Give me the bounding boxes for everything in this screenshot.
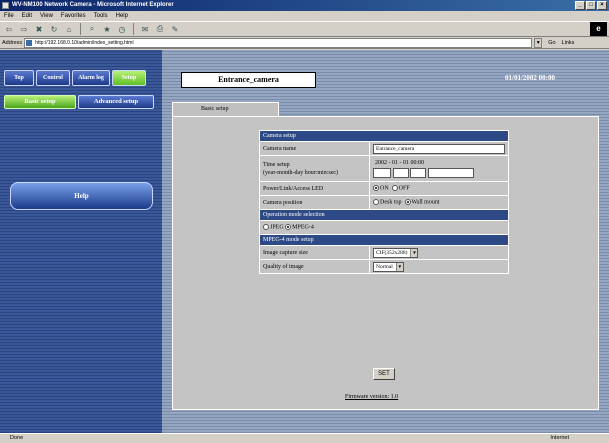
menu-bar: File Edit View Favorites Tools Help (0, 11, 609, 21)
jpeg-label: JPEG (270, 224, 284, 231)
links-button[interactable]: Links (562, 40, 575, 46)
menu-tools[interactable]: Tools (94, 11, 108, 21)
time-setup-format: (year-month-day hour:min:sec) (263, 169, 339, 176)
subtab-basic-setup[interactable]: Basic setup (4, 95, 76, 109)
refresh-icon[interactable]: ↻ (48, 23, 60, 35)
history-icon[interactable]: ◷ (116, 23, 128, 35)
set-button[interactable]: SET (373, 368, 395, 380)
current-datetime: 01/01/2002 00:00 (505, 74, 555, 82)
forward-icon[interactable]: ⇨ (18, 23, 30, 35)
browser-toolbar: ⇦ ⇨ ✖ ↻ ⌂ ⌕ ★ ◷ ✉ ⎙ ✎ (0, 21, 609, 37)
tab-top[interactable]: Top (4, 70, 34, 86)
time-setup-title: Time setup (263, 161, 290, 168)
mail-icon[interactable]: ✉ (139, 23, 151, 35)
window-titlebar: WV-NM100 Network Camera - Microsoft Inte… (0, 0, 609, 11)
menu-favorites[interactable]: Favorites (61, 11, 86, 21)
address-input[interactable]: http://192.168.0.10/admin/index_setting.… (24, 37, 533, 48)
image-quality-label: Quality of image (259, 259, 370, 274)
close-icon[interactable]: × (597, 1, 607, 10)
page-icon (26, 39, 33, 46)
mpeg4-setup-header: MPEG-4 mode setup (259, 234, 509, 246)
subtab-advanced-setup[interactable]: Advanced setup (78, 95, 154, 109)
ie-logo-icon: e (590, 22, 607, 36)
led-off-radio[interactable] (391, 185, 398, 192)
jpeg-radio[interactable] (263, 224, 269, 231)
firmware-version-link[interactable]: Firmware version: 1.0 (345, 394, 398, 400)
stop-icon[interactable]: ✖ (33, 23, 45, 35)
address-label: Address (2, 39, 23, 46)
panel-tab-basic-setup: Basic setup (172, 102, 279, 116)
operation-mode-header: Operation mode selection (259, 209, 509, 221)
tab-setup[interactable]: Setup (112, 70, 146, 86)
year-field[interactable] (373, 168, 391, 179)
go-button[interactable]: Go (548, 40, 555, 46)
power-led-label: Power/Link/Access LED (259, 181, 370, 196)
edit-icon[interactable]: ✎ (169, 23, 181, 35)
led-on-radio[interactable] (373, 185, 379, 192)
search-icon[interactable]: ⌕ (86, 23, 98, 35)
capture-size-select[interactable]: CIF(352x288) ▼ (373, 247, 419, 258)
ie-page-icon (2, 2, 9, 9)
desk-top-radio[interactable] (373, 199, 379, 206)
led-off-label: OFF (398, 185, 410, 192)
capture-size-value: CIF(352x288) (376, 249, 408, 256)
address-dropdown-icon[interactable]: ▼ (534, 37, 543, 48)
image-quality-value: Normal (376, 263, 393, 270)
maximize-icon[interactable]: □ (586, 1, 596, 10)
print-icon[interactable]: ⎙ (154, 23, 166, 35)
status-text: Done (10, 435, 24, 441)
page-content: Top Control Alarm log Setup Basic setup … (0, 50, 609, 433)
toolbar-divider (80, 23, 81, 35)
mpeg4-label: MPEG-4 (292, 224, 314, 231)
time-field[interactable] (427, 168, 474, 179)
month-field[interactable] (392, 168, 409, 179)
back-icon[interactable]: ⇦ (3, 23, 15, 35)
window-controls: _ □ × (575, 1, 607, 10)
image-quality-select[interactable]: Normal ▼ (373, 261, 404, 272)
time-setup-label: Time setup (year-month-day hour:min:sec) (259, 155, 370, 182)
led-on-label: ON (380, 185, 389, 192)
desk-top-label: Desk top (380, 199, 402, 206)
menu-help[interactable]: Help (116, 11, 128, 21)
setup-form: Camera setup Camera name Entrance_camera… (259, 130, 509, 274)
menu-edit[interactable]: Edit (22, 11, 32, 21)
address-bar: Address http://192.168.0.10/admin/index_… (0, 37, 609, 49)
status-bar: Done Internet (0, 433, 609, 443)
window-title: WV-NM100 Network Camera - Microsoft Inte… (12, 2, 174, 8)
wall-mount-radio[interactable] (404, 199, 411, 206)
wall-mount-label: Wall mount (411, 199, 440, 206)
time-current-value: 2002 - 01 - 01 00:00 (375, 160, 425, 167)
menu-view[interactable]: View (40, 11, 53, 21)
day-field[interactable] (410, 168, 426, 179)
help-button[interactable]: Help (10, 182, 153, 210)
camera-position-label: Camera position (259, 195, 370, 210)
menu-file[interactable]: File (4, 11, 14, 21)
toolbar-divider (133, 23, 134, 35)
capture-size-label: Image capture size (259, 245, 370, 260)
camera-name-display: Entrance_camera (181, 72, 316, 88)
camera-setup-header: Camera setup (259, 130, 509, 142)
security-zone: Internet (550, 435, 569, 441)
main-tabs: Top Control Alarm log Setup (4, 70, 146, 86)
camera-name-label: Camera name (259, 141, 370, 156)
tab-alarm-log[interactable]: Alarm log (72, 70, 110, 86)
address-url: http://192.168.0.10/admin/index_setting.… (35, 39, 134, 46)
setup-subtabs: Basic setup Advanced setup (4, 95, 154, 109)
basic-setup-panel: Camera setup Camera name Entrance_camera… (172, 116, 599, 410)
tab-control[interactable]: Control (36, 70, 70, 86)
home-icon[interactable]: ⌂ (63, 23, 75, 35)
chevron-down-icon: ▼ (410, 248, 418, 257)
favorites-icon[interactable]: ★ (101, 23, 113, 35)
minimize-icon[interactable]: _ (575, 1, 585, 10)
camera-name-field[interactable]: Entrance_camera (373, 143, 505, 154)
chevron-down-icon: ▼ (395, 262, 403, 271)
mpeg4-radio[interactable] (285, 224, 292, 231)
